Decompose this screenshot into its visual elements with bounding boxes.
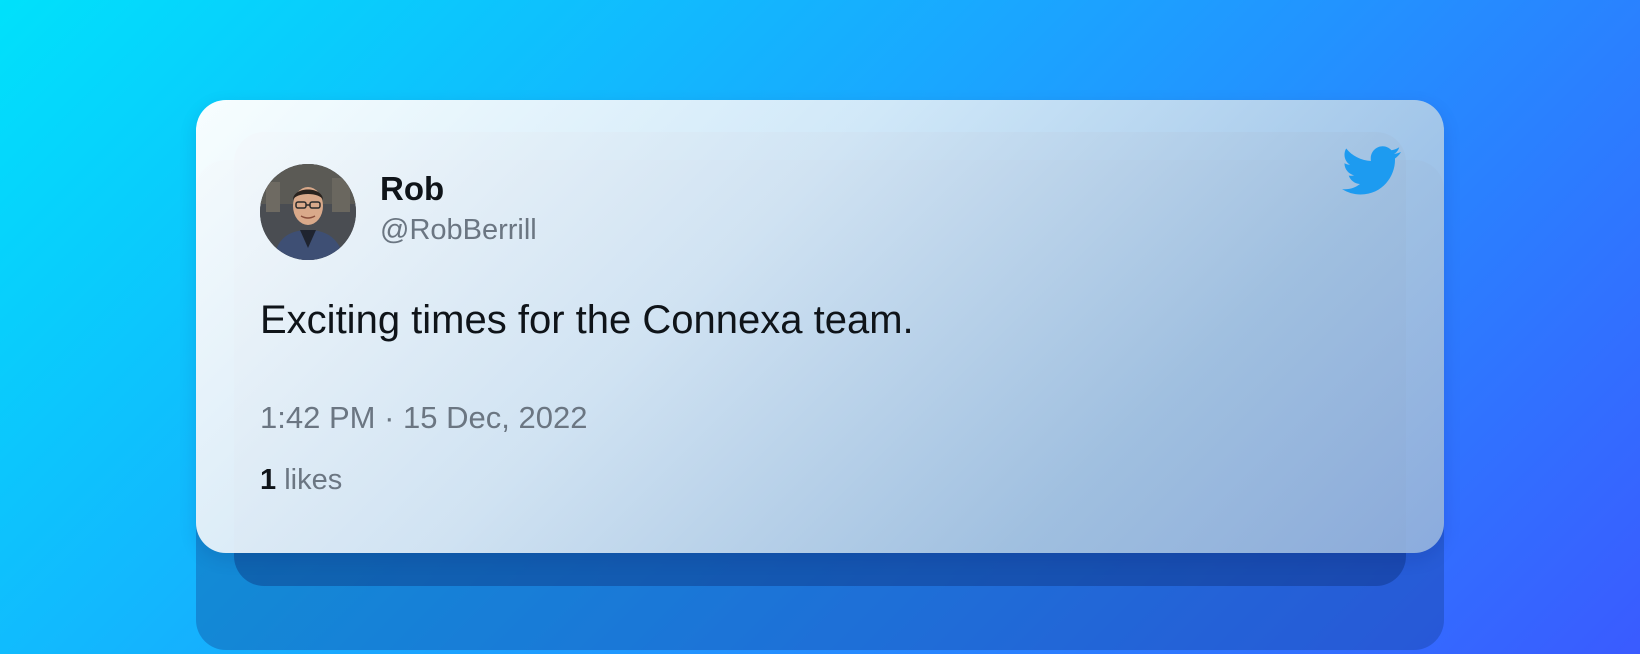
tweet-time: 1:42 PM xyxy=(260,400,376,435)
tweet-timestamp[interactable]: 1:42 PM · 15 Dec, 2022 xyxy=(260,402,587,433)
likes-row[interactable]: 1 likes xyxy=(260,466,342,495)
likes-count: 1 xyxy=(260,464,277,496)
meta-separator: · xyxy=(384,400,395,435)
user-handle[interactable]: @RobBerrill xyxy=(380,216,537,245)
tweet-card: Rob @RobBerrill Exciting times for the C… xyxy=(196,100,1444,553)
twitter-bird-icon[interactable] xyxy=(1342,146,1402,196)
avatar[interactable] xyxy=(260,164,356,260)
likes-label: likes xyxy=(276,464,343,496)
tweet-text: Exciting times for the Connexa team. xyxy=(260,298,914,342)
tweet-date: 15 Dec, 2022 xyxy=(403,400,588,435)
user-name[interactable]: Rob xyxy=(380,172,444,205)
user-photo-avatar xyxy=(260,164,356,260)
